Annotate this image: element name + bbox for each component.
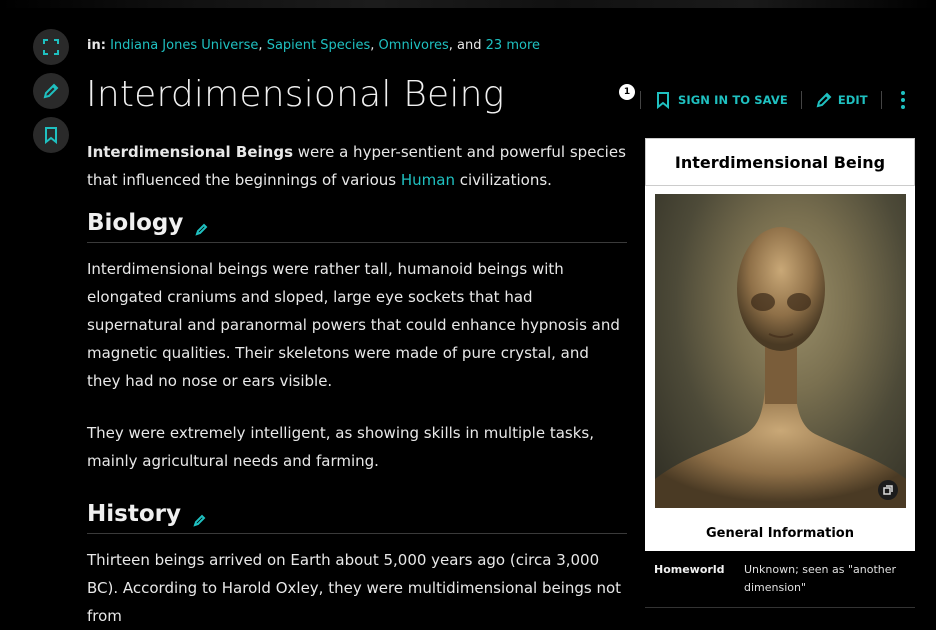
infobox-section-header: General Information (645, 516, 915, 551)
comment-count-badge: 1 (619, 84, 635, 100)
section-title: Biology (87, 210, 184, 236)
section-divider (87, 242, 627, 243)
article-content: Interdimensional Beings were a hyper-sen… (87, 138, 627, 630)
categories-prefix: in: (87, 38, 106, 53)
more-options-button[interactable] (895, 91, 911, 109)
expand-icon (43, 39, 59, 55)
pencil-icon (193, 514, 206, 527)
category-link[interactable]: Indiana Jones Universe (110, 38, 258, 53)
biology-paragraph-1: Interdimensional beings were rather tall… (87, 260, 620, 390)
infobox-row-homeworld: Homeworld Unknown; seen as "another dime… (645, 551, 915, 608)
sign-in-to-save-label: SIGN IN TO SAVE (678, 93, 788, 107)
section-title: History (87, 501, 181, 527)
section-heading-history: History (87, 501, 627, 527)
categories-conj: , and (448, 38, 482, 53)
category-breadcrumb: in: Indiana Jones Universe, Sapient Spec… (87, 38, 541, 53)
page-title: Interdimensional Being (86, 74, 505, 115)
divider (800, 91, 802, 109)
infobox: Interdimensional Being General Informati… (645, 138, 915, 618)
divider (640, 91, 641, 109)
left-toolbar (33, 29, 69, 161)
infobox-value: Unknown; seen as "another dimension" (744, 563, 897, 594)
human-link[interactable]: Human (401, 171, 455, 189)
pencil-icon (195, 223, 208, 236)
kebab-dot (900, 105, 905, 109)
pencil-icon (816, 92, 832, 108)
bookmark-icon (657, 92, 669, 109)
comments-button[interactable]: 1 (603, 84, 635, 112)
category-link[interactable]: Sapient Species (267, 38, 371, 53)
history-paragraph-1: Thirteen beings arrived on Earth about 5… (87, 551, 622, 625)
infobox-image[interactable] (655, 194, 906, 508)
bookmark-icon (45, 127, 57, 144)
alien-figure-illustration (655, 227, 906, 508)
infobox-label: Homeworld (654, 563, 725, 576)
kebab-dot (900, 91, 905, 95)
edit-rail-button[interactable] (33, 73, 69, 109)
divider (880, 91, 882, 109)
more-categories-link[interactable]: 23 more (486, 38, 540, 53)
section-divider (87, 533, 627, 534)
enlarge-icon (883, 485, 893, 495)
edit-button[interactable]: EDIT (815, 91, 868, 109)
bookmark-rail-button[interactable] (33, 117, 69, 153)
top-banner-strip (0, 0, 936, 8)
section-heading-biology: Biology (87, 210, 627, 236)
fullscreen-button[interactable] (33, 29, 69, 65)
intro-paragraph: Interdimensional Beings were a hyper-sen… (87, 138, 627, 194)
intro-bold: Interdimensional Beings (87, 143, 293, 161)
intro-text-end: civilizations. (454, 171, 552, 189)
pencil-icon (43, 83, 59, 99)
edit-label: EDIT (837, 93, 868, 107)
expand-image-button[interactable] (878, 480, 898, 500)
infobox-title: Interdimensional Being (645, 138, 915, 186)
sign-in-to-save-button[interactable]: SIGN IN TO SAVE (654, 91, 788, 109)
edit-section-button[interactable] (193, 507, 207, 527)
biology-paragraph-2: They were extremely intelligent, as show… (87, 424, 594, 470)
kebab-dot (900, 98, 905, 102)
page-actions: 1 SIGN IN TO SAVE EDIT (603, 84, 911, 116)
edit-section-button[interactable] (195, 216, 209, 236)
infobox-image-frame (645, 186, 915, 516)
category-link[interactable]: Omnivores (379, 38, 449, 53)
